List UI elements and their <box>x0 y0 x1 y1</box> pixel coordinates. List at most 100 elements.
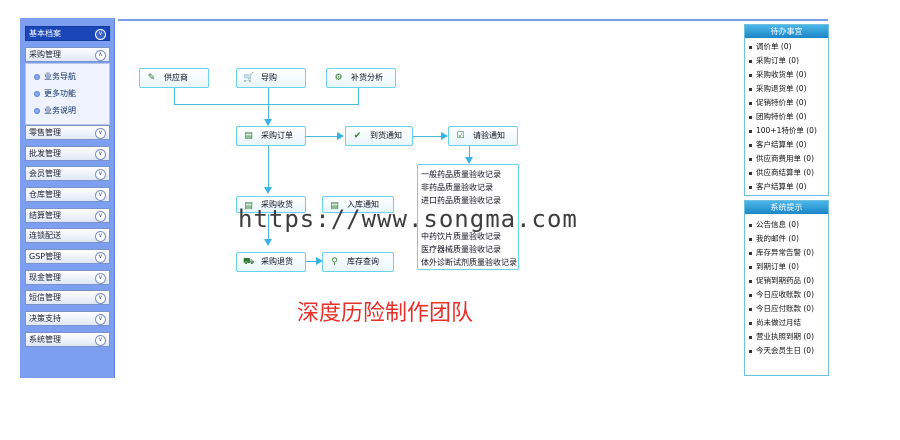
todo-item[interactable]: 促销特价单 (0) <box>749 97 807 108</box>
node-label: 到货通知 <box>370 131 402 140</box>
connector <box>268 88 269 104</box>
subitem-label: 业务导航 <box>44 72 76 81</box>
sidebar-group-basic-archives[interactable]: 基本档案 ∨ <box>25 26 110 41</box>
sidebar-group-settlement[interactable]: 结算管理 ∨ <box>25 208 110 223</box>
check-icon: ✔ <box>353 131 362 141</box>
arrow-down-icon <box>465 157 473 164</box>
sidebar-group-system[interactable]: 系统管理 ∨ <box>25 332 110 347</box>
supplier-node[interactable]: ✎ 供应商 <box>139 68 209 88</box>
sidebar-group-label: 基本档案 <box>29 29 61 38</box>
chevron-down-icon[interactable]: ∨ <box>95 149 106 160</box>
todo-item[interactable]: 客户结算单 (0) <box>749 181 807 192</box>
node-label: 采购订单 <box>261 131 293 140</box>
gear-icon: ⚙ <box>334 73 343 83</box>
sidebar-group-wholesale[interactable]: 批发管理 ∨ <box>25 146 110 161</box>
bullet-icon <box>34 90 40 97</box>
content-top-divider <box>118 19 828 21</box>
chevron-down-icon[interactable]: ∨ <box>95 211 106 222</box>
subitem-label: 更多功能 <box>44 89 76 98</box>
node-label: 采购退货 <box>261 257 293 266</box>
notice-item[interactable]: 今日应收账款 (0) <box>749 289 814 300</box>
todo-item[interactable]: 供应商费用单 (0) <box>749 153 814 164</box>
connector <box>268 146 269 188</box>
purchase-subpanel: 业务导航 更多功能 业务说明 <box>25 63 110 125</box>
sidebar-subitem-more-functions[interactable]: 更多功能 <box>34 88 76 99</box>
notice-item[interactable]: 今日应付账款 (0) <box>749 303 814 314</box>
chevron-down-icon[interactable]: ∨ <box>95 29 106 40</box>
notice-item[interactable]: 营业执照到期 (0) <box>749 331 814 342</box>
connector <box>358 88 359 104</box>
purchase-order-node[interactable]: ▤ 采购订单 <box>236 126 306 146</box>
sidebar-group-label: 批发管理 <box>29 149 61 158</box>
sidebar-group-label: GSP管理 <box>29 252 62 261</box>
arrow-down-icon <box>264 119 272 126</box>
sidebar-group-warehouse[interactable]: 仓库管理 ∨ <box>25 187 110 202</box>
chevron-down-icon[interactable]: ∨ <box>95 252 106 263</box>
notice-item[interactable]: 促销到期药品 (0) <box>749 275 814 286</box>
node-label: 导购 <box>261 73 277 82</box>
chevron-down-icon[interactable]: ∨ <box>95 314 106 325</box>
bullet-icon <box>34 73 40 80</box>
import-node[interactable]: 🛒 导购 <box>236 68 306 88</box>
sidebar-group-chain-distribution[interactable]: 连锁配送 ∨ <box>25 228 110 243</box>
connector <box>268 104 269 119</box>
record-link[interactable]: 医疗器械质量验收记录 <box>421 244 501 255</box>
sidebar-group-member[interactable]: 会员管理 ∨ <box>25 166 110 181</box>
notice-item[interactable]: 到期订单 (0) <box>749 261 799 272</box>
todo-item[interactable]: 采购订单 (0) <box>749 55 799 66</box>
left-sidebar: 基本档案 ∨ 采购管理 ∧ 业务导航 更多功能 业务说明 零售管理 ∨ 批发管理 ∨… <box>20 18 115 378</box>
chevron-down-icon[interactable]: ∨ <box>95 128 106 139</box>
arrow-down-icon <box>264 187 272 194</box>
connector <box>412 136 442 137</box>
todo-item[interactable]: 100+1特价单 (0) <box>749 125 817 136</box>
chevron-down-icon[interactable]: ∨ <box>95 273 106 284</box>
record-link[interactable]: 非药品质量验收记录 <box>421 182 493 193</box>
sidebar-group-purchase[interactable]: 采购管理 ∧ <box>25 47 110 62</box>
sidebar-group-label: 仓库管理 <box>29 190 61 199</box>
sidebar-group-label: 会员管理 <box>29 169 61 178</box>
node-label: 补货分析 <box>351 73 383 82</box>
chevron-down-icon[interactable]: ∨ <box>95 335 106 346</box>
magnifier-icon: ⚲ <box>331 257 338 267</box>
chevron-down-icon[interactable]: ∨ <box>95 169 106 180</box>
record-link[interactable]: 一般药品质量验收记录 <box>421 169 501 180</box>
todo-panel-title: 待办事宜 <box>745 25 828 38</box>
node-label: 请验通知 <box>473 131 505 140</box>
bullet-icon <box>34 107 40 114</box>
todo-item[interactable]: 供应商结算单 (0) <box>749 167 814 178</box>
sidebar-group-cash[interactable]: 现金管理 ∨ <box>25 270 110 285</box>
chevron-down-icon[interactable]: ∨ <box>95 231 106 242</box>
todo-item[interactable]: 采购收货单 (0) <box>749 69 807 80</box>
sidebar-group-label: 采购管理 <box>29 50 61 59</box>
sidebar-group-label: 结算管理 <box>29 211 61 220</box>
sidebar-subitem-business-nav[interactable]: 业务导航 <box>34 71 76 82</box>
subitem-label: 业务说明 <box>44 106 76 115</box>
notice-item[interactable]: 今天会员生日 (0) <box>749 345 814 356</box>
todo-item[interactable]: 客户结算单 (0) <box>749 139 807 150</box>
chevron-down-icon[interactable]: ∨ <box>95 293 106 304</box>
chevron-down-icon[interactable]: ∨ <box>95 190 106 201</box>
purchase-return-node[interactable]: ⛟ 采购退货 <box>236 252 306 272</box>
notice-item[interactable]: 库存异常告警 (0) <box>749 247 814 258</box>
sidebar-group-label: 连锁配送 <box>29 231 61 240</box>
sidebar-group-retail[interactable]: 零售管理 ∨ <box>25 125 110 140</box>
chevron-up-icon[interactable]: ∧ <box>95 50 106 61</box>
cart-icon: 🛒 <box>243 73 255 83</box>
record-link[interactable]: 体外诊断试剂质量验收记录 <box>421 257 517 268</box>
todo-item[interactable]: 团购特价单 (0) <box>749 111 807 122</box>
restock-analysis-node[interactable]: ⚙ 补货分析 <box>326 68 396 88</box>
todo-item[interactable]: 采购退货单 (0) <box>749 83 807 94</box>
sidebar-group-decision[interactable]: 决策支持 ∨ <box>25 311 110 326</box>
notice-item[interactable]: 尚未做过月结 <box>749 317 801 328</box>
todo-item[interactable]: 调价单 (0) <box>749 41 792 52</box>
inspection-notice-node[interactable]: ☑ 请验通知 <box>448 126 518 146</box>
sidebar-group-label: 决策支持 <box>29 314 61 323</box>
sidebar-subitem-business-desc[interactable]: 业务说明 <box>34 105 76 116</box>
notice-item[interactable]: 公告信息 (0) <box>749 219 799 230</box>
sidebar-group-gsp[interactable]: GSP管理 ∨ <box>25 249 110 264</box>
notice-item[interactable]: 我的邮件 (0) <box>749 233 799 244</box>
arrival-notice-node[interactable]: ✔ 到货通知 <box>345 126 413 146</box>
sidebar-group-sms[interactable]: 短信管理 ∨ <box>25 290 110 305</box>
todo-panel: 待办事宜 调价单 (0) 采购订单 (0) 采购收货单 (0) 采购退货单 (0… <box>744 24 829 196</box>
inventory-query-node[interactable]: ⚲ 库存查询 <box>322 252 394 272</box>
